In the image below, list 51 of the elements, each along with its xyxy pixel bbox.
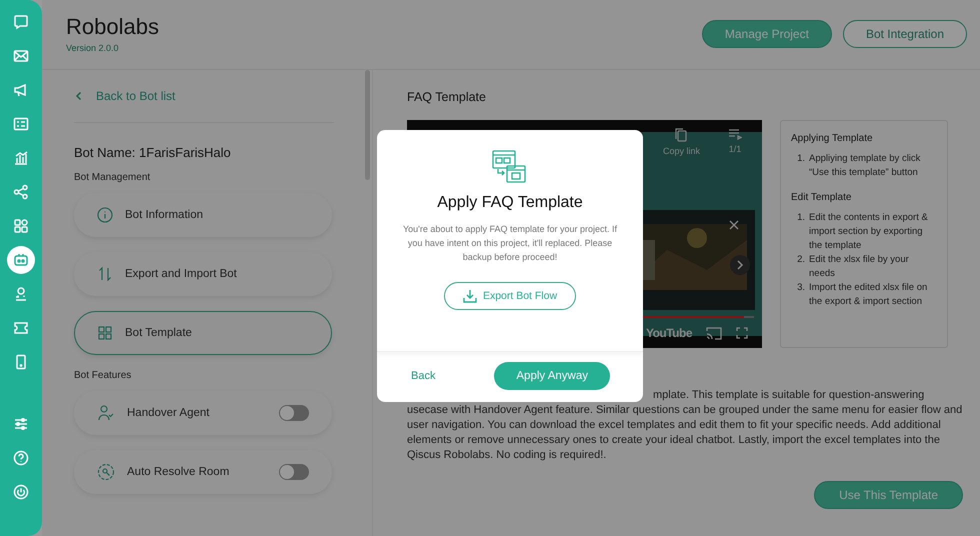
- step-number: 1.: [796, 211, 805, 225]
- download-icon: [462, 289, 477, 303]
- step-text: Import the edited xlsx file on the export & import section: [809, 281, 928, 309]
- template-title: FAQ Template: [407, 90, 487, 104]
- feature-label: Auto Resolve Room: [127, 466, 230, 478]
- menu-card[interactable]: Bot Template: [74, 311, 332, 355]
- back-link[interactable]: Back to Bot list: [74, 70, 334, 123]
- info-heading: Applying Template: [791, 133, 874, 144]
- toggle-switch[interactable]: [279, 405, 309, 421]
- export-bot-flow-button[interactable]: Export Bot Flow: [444, 282, 576, 310]
- modal-title: Apply FAQ Template: [437, 194, 583, 212]
- grid-icon: [97, 325, 113, 341]
- person-check-icon: [97, 404, 115, 422]
- manage-project-button[interactable]: Manage Project: [702, 20, 832, 48]
- robot-icon[interactable]: [7, 246, 35, 274]
- menu-card[interactable]: Bot Information: [74, 193, 332, 237]
- description-text: mplate. This template is suitable for question-answering usecase with Handover Agent feature. Similar questions can be grouped under the same menu for easier flow and user navigation. You can download the excel templates and edit them to fit your specific needs. Add additional elements or remove unnecessary ones to create your ideal chatbot. Lastly, import the excel templates into the Qiscus Robolabs. No coding is required!.: [407, 388, 963, 463]
- playlist-icon: [728, 128, 742, 140]
- bot-name: Bot Name: 1FarisFarisHalo: [74, 145, 232, 160]
- close-icon[interactable]: [729, 220, 739, 230]
- step-number: 1.: [796, 152, 805, 166]
- back-label[interactable]: Back to Bot list: [96, 89, 176, 103]
- copy-icon: [675, 128, 688, 142]
- chevron-left-icon: [74, 91, 84, 101]
- fullscreen-icon[interactable]: [736, 327, 748, 339]
- playlist-button[interactable]: 1/1: [728, 128, 742, 156]
- swap-arrows-icon: [97, 266, 113, 282]
- feature-label: Handover Agent: [127, 407, 210, 419]
- info-heading: Edit Template: [791, 192, 852, 203]
- chevron-right-icon[interactable]: [730, 255, 750, 275]
- menu-card[interactable]: Export and Import Bot: [74, 252, 332, 296]
- section-title: Bot Management: [74, 172, 152, 183]
- info-icon: [97, 207, 113, 223]
- step-number: 2.: [796, 253, 805, 267]
- section-title: Bot Features: [74, 370, 132, 381]
- modal-message: You're about to apply FAQ template for your project. If you have intent on this project, it'll replaced. Please backup before proceed!: [402, 223, 618, 264]
- youtube-logo[interactable]: YouTube: [646, 326, 692, 340]
- version-label: Version 2.0.0: [66, 43, 120, 53]
- toggle-switch[interactable]: [279, 464, 309, 480]
- copy-link-button[interactable]: Copy link: [662, 128, 700, 156]
- apply-anyway-button[interactable]: Apply Anyway: [494, 362, 610, 390]
- step-text: Edit the xlsx file by your needs: [809, 253, 910, 281]
- templates-icon: [492, 150, 528, 184]
- step-text: Edit the contents in export & import section by exporting the template: [809, 211, 929, 253]
- use-template-button[interactable]: Use This Template: [814, 481, 963, 509]
- app-title: Robolabs: [66, 14, 159, 40]
- cast-icon[interactable]: [706, 326, 722, 340]
- bot-integration-button[interactable]: Bot Integration: [842, 20, 967, 48]
- step-text: Appliying template by click “Use this template” button: [809, 152, 922, 180]
- step-number: 3.: [796, 281, 805, 295]
- back-button[interactable]: Back: [409, 366, 438, 386]
